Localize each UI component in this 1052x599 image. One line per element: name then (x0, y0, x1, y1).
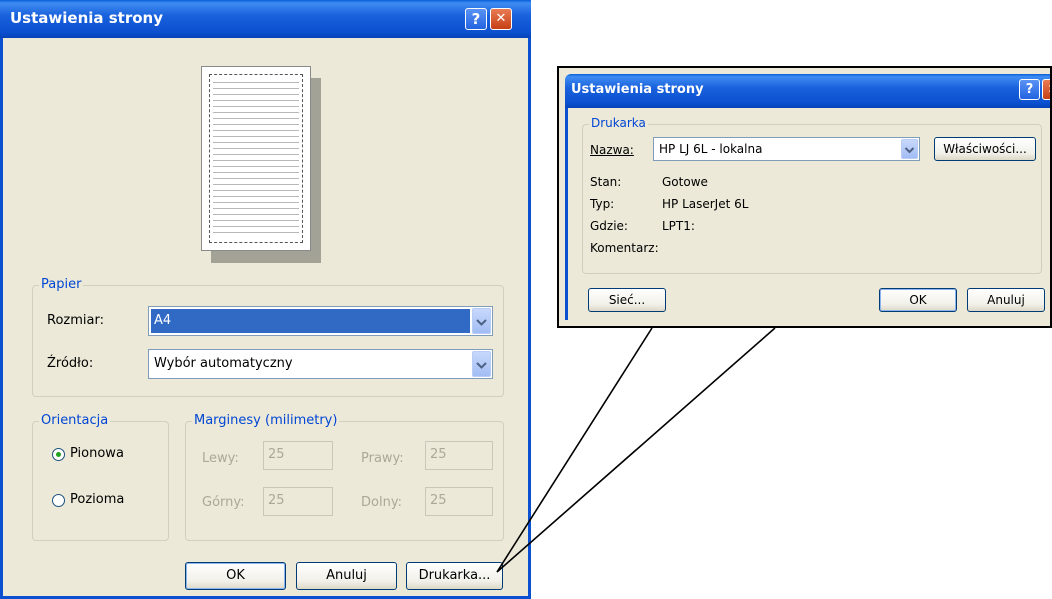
paper-source-select[interactable]: Wybór automatyczny (148, 349, 493, 379)
printer-dialog-titlebar[interactable]: Ustawienia strony ? ✕ (565, 74, 1050, 108)
paper-group: Papier (32, 277, 504, 397)
chevron-down-icon[interactable] (472, 308, 491, 334)
properties-button[interactable]: Właściwości... (934, 137, 1036, 161)
printer-ok-button[interactable]: OK (879, 288, 957, 312)
type-value: HP LaserJet 6L (662, 197, 749, 211)
printer-name-label: Nazwa: (590, 143, 634, 157)
margin-bottom-label: Dolny: (361, 495, 402, 510)
printer-dialog-body: Drukarka Nazwa: HP LJ 6L - lokalna Właśc… (565, 108, 1050, 320)
paper-size-select[interactable]: A4 (148, 306, 493, 336)
paper-source-value: Wybór automatyczny (154, 356, 293, 371)
printer-button[interactable]: Drukarka... (406, 562, 503, 590)
dialog-titlebar[interactable]: Ustawienia strony ? ✕ (0, 0, 531, 38)
chevron-down-icon[interactable] (472, 351, 491, 377)
size-label: Rozmiar: (47, 313, 104, 328)
close-icon[interactable]: ✕ (490, 8, 512, 30)
margin-right-input[interactable]: 25 (425, 441, 493, 470)
margin-bottom-input[interactable]: 25 (425, 487, 493, 516)
margins-group: Marginesy (milimetry) (185, 413, 504, 541)
orientation-group-label: Orientacja (39, 413, 111, 428)
close-icon[interactable]: ✕ (1042, 79, 1050, 100)
margin-left-label: Lewy: (202, 451, 239, 466)
help-icon[interactable]: ? (1019, 79, 1040, 100)
paper-group-label: Papier (39, 277, 84, 292)
portrait-label[interactable]: Pionowa (70, 446, 124, 461)
status-value: Gotowe (662, 175, 708, 189)
page-preview (201, 66, 321, 263)
margin-top-input[interactable]: 25 (263, 487, 333, 516)
radio-selected-dot (56, 452, 61, 457)
margins-group-label: Marginesy (milimetry) (192, 413, 340, 428)
printer-group-label: Drukarka (589, 116, 648, 130)
network-button[interactable]: Sieć... (588, 288, 666, 312)
margin-top-label: Górny: (202, 495, 245, 510)
where-label: Gdzie: (590, 219, 628, 233)
margin-left-input[interactable]: 25 (263, 441, 333, 470)
page-setup-dialog: Ustawienia strony ? ✕ Papier Rozmiar: A4… (0, 0, 531, 599)
status-label: Stan: (590, 175, 622, 189)
printer-name-select[interactable]: HP LJ 6L - lokalna (653, 137, 920, 161)
comment-label: Komentarz: (590, 241, 659, 255)
chevron-down-icon[interactable] (901, 139, 918, 159)
ok-button[interactable]: OK (185, 562, 286, 590)
type-label: Typ: (590, 197, 615, 211)
landscape-radio[interactable] (52, 494, 65, 507)
dialog-title: Ustawienia strony (10, 9, 163, 27)
landscape-label[interactable]: Pozioma (70, 492, 124, 507)
page-preview-margins (209, 74, 303, 243)
source-label: Źródło: (47, 356, 94, 371)
printer-cancel-button[interactable]: Anuluj (967, 288, 1045, 312)
printer-dialog-frame: Ustawienia strony ? ✕ Drukarka Nazwa: HP… (557, 66, 1052, 328)
paper-size-value: A4 (151, 309, 470, 333)
page-preview-text (213, 79, 299, 238)
margin-right-label: Prawy: (361, 451, 404, 466)
cancel-button[interactable]: Anuluj (296, 562, 397, 590)
where-value: LPT1: (662, 219, 695, 233)
help-icon[interactable]: ? (465, 8, 487, 30)
printer-dialog-title: Ustawienia strony (571, 82, 704, 97)
page-preview-sheet (201, 66, 311, 251)
printer-name-value: HP LJ 6L - lokalna (659, 142, 763, 156)
portrait-radio[interactable] (52, 448, 65, 461)
orientation-group: Orientacja (32, 413, 169, 541)
